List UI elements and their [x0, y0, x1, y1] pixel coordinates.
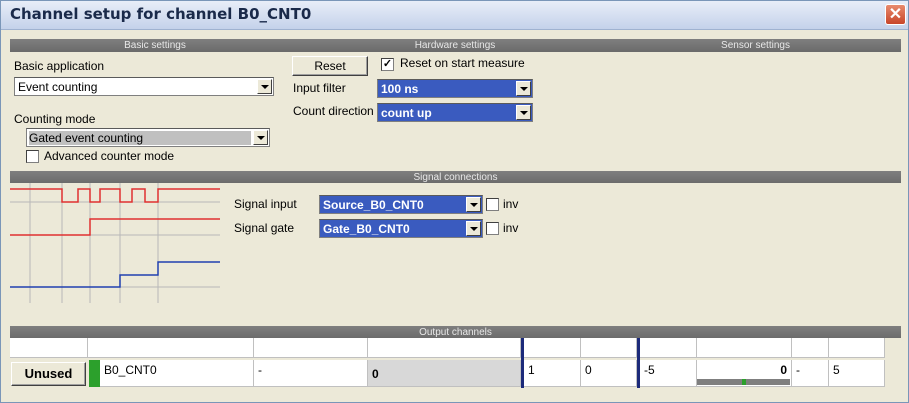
signal-input-dropdown[interactable]: Source_B0_CNT0: [319, 195, 483, 214]
signal-gate-value: Gate_B0_CNT0: [323, 222, 410, 236]
chevron-down-icon[interactable]: [466, 221, 481, 236]
table-header-cell: [10, 338, 88, 358]
value-cell: 0: [368, 360, 521, 387]
table-header-cell: [254, 338, 368, 358]
signal-input-inv-checkbox[interactable]: [486, 198, 499, 211]
unit-value: -: [258, 363, 262, 377]
column-divider: [637, 338, 640, 388]
basic-application-value: Event counting: [18, 80, 98, 94]
reset-on-start-label: Reset on start measure: [400, 56, 525, 70]
signal-input-value: Source_B0_CNT0: [323, 198, 424, 212]
max-value: 5: [833, 363, 840, 377]
table-header-cell: [88, 338, 254, 358]
factor-cell[interactable]: 1: [524, 360, 581, 387]
source-signal-trace: [10, 188, 220, 203]
bar-value: 0: [780, 363, 787, 377]
close-button[interactable]: ✕: [885, 4, 906, 25]
advanced-counter-label: Advanced counter mode: [44, 149, 175, 163]
chevron-down-icon[interactable]: [516, 81, 531, 96]
current-value: 0: [372, 367, 379, 381]
max-cell[interactable]: 5: [829, 360, 885, 387]
output-channels-table: Unused B0_CNT0 - 0 1 0 -5 0 - 5: [10, 338, 901, 394]
input-filter-value: 100 ns: [381, 82, 419, 96]
count-direction-dropdown[interactable]: count up: [377, 103, 533, 122]
counting-mode-dropdown[interactable]: Gated event counting: [26, 128, 270, 147]
unit-cell[interactable]: -: [254, 360, 368, 387]
signal-timing-diagram: [10, 183, 220, 303]
channel-name-value: B0_CNT0: [104, 363, 157, 377]
counting-mode-label: Counting mode: [14, 112, 96, 126]
counting-mode-value: Gated event counting: [29, 131, 251, 145]
reset-on-start-checkbox[interactable]: ✓: [381, 58, 394, 71]
title-bar: Channel setup for channel B0_CNT0 ✕: [1, 1, 908, 30]
basic-settings-header: Basic settings: [10, 39, 300, 52]
input-filter-label: Input filter: [293, 81, 346, 95]
factor-value: 1: [528, 363, 535, 377]
level-bar: [697, 379, 790, 385]
chevron-down-icon[interactable]: [516, 105, 531, 120]
bar-unit-cell: -: [792, 360, 829, 387]
chevron-down-icon[interactable]: [466, 197, 481, 212]
count-direction-label: Count direction: [293, 104, 374, 118]
counter-signal-trace: [10, 261, 220, 288]
reset-button[interactable]: Reset: [292, 56, 368, 76]
advanced-counter-checkbox[interactable]: [26, 150, 39, 163]
unused-status-button[interactable]: Unused: [11, 362, 86, 386]
bar-unit-value: -: [796, 363, 800, 377]
offset-value: 0: [585, 363, 592, 377]
signal-gate-dropdown[interactable]: Gate_B0_CNT0: [319, 219, 483, 238]
table-header-cell: [581, 338, 637, 358]
chevron-down-icon[interactable]: [253, 130, 268, 145]
offset-cell[interactable]: 0: [581, 360, 637, 387]
signal-gate-label: Signal gate: [234, 221, 295, 235]
signal-input-inv-label: inv: [503, 197, 519, 211]
sensor-settings-header: Sensor settings: [610, 39, 901, 52]
basic-application-label: Basic application: [14, 59, 105, 73]
signal-input-label: Signal input: [234, 197, 297, 211]
gate-signal-trace: [10, 218, 220, 236]
min-value: -5: [644, 363, 655, 377]
table-header-cell: [697, 338, 792, 358]
chevron-down-icon[interactable]: [257, 79, 272, 94]
bar-cell: 0: [697, 360, 792, 387]
column-divider: [521, 338, 524, 388]
table-header-cell: [640, 338, 697, 358]
count-direction-value: count up: [381, 106, 432, 120]
table-header-cell: [829, 338, 885, 358]
table-header-cell: [524, 338, 581, 358]
min-cell[interactable]: -5: [640, 360, 697, 387]
channel-setup-window: Channel setup for channel B0_CNT0 ✕ Basi…: [0, 0, 909, 403]
signal-gate-inv-checkbox[interactable]: [486, 222, 499, 235]
status-indicator: [89, 360, 100, 387]
signal-gate-inv-label: inv: [503, 221, 519, 235]
level-marker: [741, 379, 746, 385]
table-header-cell: [368, 338, 521, 358]
input-filter-dropdown[interactable]: 100 ns: [377, 79, 533, 98]
window-title: Channel setup for channel B0_CNT0: [10, 5, 312, 23]
signal-connections-panel: Signal input Source_B0_CNT0 inv Signal g…: [10, 183, 901, 328]
basic-application-dropdown[interactable]: Event counting: [14, 77, 274, 96]
hardware-settings-header: Hardware settings: [300, 39, 610, 52]
channel-name-cell[interactable]: B0_CNT0: [100, 360, 254, 387]
table-header-cell: [792, 338, 829, 358]
